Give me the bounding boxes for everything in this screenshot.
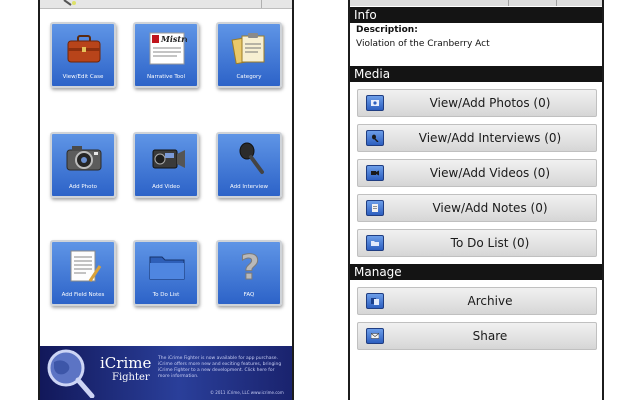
notepad-icon xyxy=(70,250,102,282)
row-label: View/Add Photos (0) xyxy=(429,96,551,110)
question-mark-icon: ? xyxy=(240,248,261,284)
tile-to-do-list[interactable]: To Do List xyxy=(133,240,199,306)
svg-text:Mistral: Mistral xyxy=(160,34,187,44)
row-label: View/Add Videos (0) xyxy=(429,166,551,180)
manage-section-header: Manage xyxy=(350,264,602,280)
case-detail-screen: Info Description: Violation of the Cranb… xyxy=(348,0,604,400)
banner-fine-print: The iCrime Fighter is now available for … xyxy=(158,356,282,379)
microphone-icon xyxy=(239,142,264,174)
description-value: Violation of the Cranberry Act xyxy=(356,39,490,49)
tab-divider xyxy=(508,0,509,6)
description-label: Description: xyxy=(356,25,418,35)
promo-banner[interactable]: iCrime Fighter The iCrime Fighter is now… xyxy=(40,346,292,400)
view-add-videos-button[interactable]: View/Add Videos (0) xyxy=(357,159,597,187)
share-button[interactable]: Share xyxy=(357,322,597,350)
banner-copyright: © 2011 iCrime, LLC www.icrime.com xyxy=(210,390,284,395)
tile-label: View/Edit Case xyxy=(62,74,104,80)
microphone-icon xyxy=(366,130,384,146)
archive-button[interactable]: Archive xyxy=(357,287,597,315)
banner-logo-sub: Fighter xyxy=(112,372,150,383)
tile-label: Add Video xyxy=(152,184,180,190)
info-section-header: Info xyxy=(350,7,602,23)
tab-divider xyxy=(556,0,557,6)
view-add-photos-button[interactable]: View/Add Photos (0) xyxy=(357,89,597,117)
folders-clipboard-icon xyxy=(231,33,265,65)
view-add-interviews-button[interactable]: View/Add Interviews (0) xyxy=(357,124,597,152)
email-icon xyxy=(366,328,384,344)
tile-faq[interactable]: ? FAQ xyxy=(216,240,282,306)
tile-label: To Do List xyxy=(152,292,180,298)
tile-category[interactable]: Category xyxy=(216,22,282,88)
row-label: To Do List (0) xyxy=(450,236,530,250)
tile-label: Add Interview xyxy=(230,184,268,190)
tile-add-video[interactable]: Add Video xyxy=(133,132,199,198)
video-icon xyxy=(366,165,384,181)
mistral-document-icon: Mistral xyxy=(149,32,187,65)
tile-label: Category xyxy=(236,74,262,80)
row-label: View/Add Notes (0) xyxy=(432,201,548,215)
folder-icon xyxy=(149,256,185,280)
notes-icon xyxy=(366,200,384,216)
tile-label: Add Photo xyxy=(68,184,98,190)
tile-narrative-tool[interactable]: Mistral Narrative Tool xyxy=(133,22,199,88)
banner-logo: iCrime xyxy=(100,354,152,372)
tile-label: FAQ xyxy=(243,292,255,298)
tile-view-edit-case[interactable]: View/Edit Case xyxy=(50,22,116,88)
archive-icon xyxy=(366,293,384,309)
tile-add-photo[interactable]: Add Photo xyxy=(50,132,116,198)
status-bar xyxy=(40,0,292,9)
svg-text:?: ? xyxy=(240,248,260,284)
search-icon xyxy=(63,0,76,6)
tile-label: Narrative Tool xyxy=(146,74,186,80)
tile-add-field-notes[interactable]: Add Field Notes xyxy=(50,240,116,306)
row-label: View/Add Interviews (0) xyxy=(418,131,562,145)
folder-icon xyxy=(366,235,384,251)
photo-icon xyxy=(366,95,384,111)
row-label: Share xyxy=(472,329,508,343)
view-add-notes-button[interactable]: View/Add Notes (0) xyxy=(357,194,597,222)
camera-icon xyxy=(66,146,102,171)
row-label: Archive xyxy=(467,294,513,308)
camcorder-icon xyxy=(152,149,185,169)
media-section-header: Media xyxy=(350,66,602,82)
status-bar-divider xyxy=(261,0,262,8)
home-screen: View/Edit Case Mistral Narrative Tool Ca… xyxy=(38,0,294,400)
tile-label: Add Field Notes xyxy=(61,292,105,298)
top-tab-strip xyxy=(350,0,602,6)
tile-add-interview[interactable]: Add Interview xyxy=(216,132,282,198)
briefcase-icon xyxy=(67,35,101,63)
to-do-list-button[interactable]: To Do List (0) xyxy=(357,229,597,257)
magnifier-globe-icon xyxy=(47,349,95,398)
